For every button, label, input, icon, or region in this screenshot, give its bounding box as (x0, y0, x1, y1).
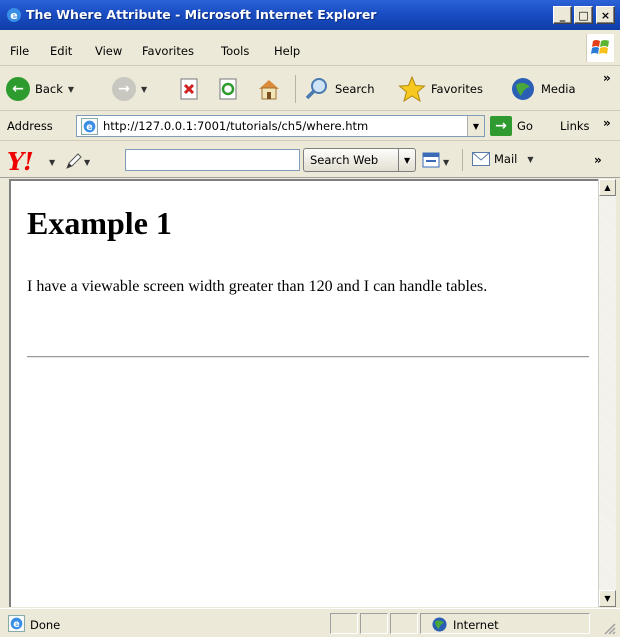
menu-bar: File Edit View Favorites Tools Help (0, 30, 620, 66)
favorites-button[interactable]: Favorites (398, 75, 483, 103)
menu-edit[interactable]: Edit (50, 44, 72, 58)
search-web-label: Search Web (310, 153, 379, 167)
status-pane-1 (330, 613, 358, 634)
windows-logo-icon (586, 34, 614, 62)
search-label: Search (335, 82, 375, 96)
yahoo-toolbar: Y! ▼ ▼ Search Web ▼ ▼ Mail ▼ » (0, 142, 620, 178)
stop-button[interactable] (179, 75, 201, 103)
mail-label: Mail (494, 152, 518, 166)
standard-toolbar: ← Back ▼ → ▼ Search Favorites Media » (0, 67, 620, 111)
menu-view[interactable]: View (95, 44, 122, 58)
scroll-down-icon[interactable]: ▼ (599, 590, 616, 607)
status-bar: e Done Internet (0, 608, 620, 637)
refresh-icon (219, 78, 237, 100)
maximize-button[interactable]: □ (574, 6, 593, 24)
resize-grip-icon[interactable] (602, 621, 616, 635)
svg-text:e: e (86, 122, 93, 133)
page-ie-icon: e (81, 118, 98, 135)
vertical-scrollbar[interactable]: ▲ ▼ (598, 179, 616, 607)
scroll-up-icon[interactable]: ▲ (599, 179, 616, 196)
highlight-dropdown-icon[interactable]: ▼ (443, 158, 449, 167)
toolbar-more-icon[interactable]: » (603, 71, 611, 85)
minimize-icon: _ (559, 8, 566, 22)
close-button[interactable]: × (596, 6, 615, 24)
stop-icon (180, 78, 198, 100)
media-icon (512, 78, 534, 100)
horizontal-rule (27, 356, 589, 358)
favorites-star-icon (398, 76, 426, 102)
mail-button[interactable]: Mail ▼ (472, 152, 534, 166)
page-done-icon: e (8, 615, 25, 632)
address-bar: Address e http://127.0.0.1:7001/tutorial… (0, 111, 620, 141)
toolbar-divider (295, 75, 296, 103)
zone-text: Internet (453, 618, 499, 632)
page-content: Example 1 I have a viewable screen width… (9, 179, 598, 607)
menu-tools[interactable]: Tools (221, 44, 249, 58)
links-more-icon[interactable]: » (603, 116, 611, 130)
yahoo-logo[interactable]: Y! (7, 147, 34, 176)
maximize-icon: □ (578, 8, 589, 22)
yahoo-search-input[interactable] (125, 149, 300, 171)
status-pane-2 (360, 613, 388, 634)
go-label: Go (517, 119, 533, 133)
close-icon: × (600, 8, 611, 22)
address-input[interactable]: e http://127.0.0.1:7001/tutorials/ch5/wh… (76, 115, 485, 137)
svg-text:e: e (10, 9, 17, 22)
links-label[interactable]: Links (560, 119, 590, 133)
pencil-dropdown-icon[interactable]: ▼ (84, 158, 90, 167)
search-web-dropdown-icon[interactable]: ▼ (398, 149, 415, 171)
yahoo-dropdown-icon[interactable]: ▼ (49, 158, 55, 167)
search-web-button[interactable]: Search Web ▼ (303, 148, 416, 172)
pencil-icon[interactable] (64, 151, 84, 171)
menu-help[interactable]: Help (274, 44, 300, 58)
media-button[interactable]: Media (510, 75, 576, 103)
status-text: Done (30, 618, 61, 632)
media-label: Media (541, 82, 576, 96)
ie-app-icon: e (7, 8, 21, 22)
search-icon (305, 78, 327, 100)
yahoo-more-icon[interactable]: » (594, 153, 602, 167)
mail-dropdown-icon[interactable]: ▼ (527, 155, 533, 164)
search-button[interactable]: Search (304, 75, 375, 103)
address-dropdown-icon[interactable]: ▼ (467, 116, 484, 136)
page-heading: Example 1 (27, 205, 172, 241)
back-arrow-icon: ← (6, 77, 30, 101)
go-arrow-icon: → (490, 116, 512, 136)
highlight-icon[interactable] (422, 151, 440, 169)
address-label: Address (7, 119, 53, 133)
favorites-label: Favorites (431, 82, 483, 96)
forward-arrow-icon: → (112, 77, 136, 101)
forward-button[interactable]: → ▼ (112, 75, 147, 103)
window-title: The Where Attribute - Microsoft Internet… (26, 7, 377, 22)
mail-envelope-icon (472, 152, 490, 166)
address-url: http://127.0.0.1:7001/tutorials/ch5/wher… (103, 119, 369, 133)
back-dropdown-icon[interactable]: ▼ (68, 85, 74, 94)
menu-favorites[interactable]: Favorites (142, 44, 194, 58)
page-paragraph: I have a viewable screen width greater t… (27, 278, 488, 295)
forward-dropdown-icon[interactable]: ▼ (141, 85, 147, 94)
go-button[interactable]: → Go (490, 115, 533, 137)
refresh-button[interactable] (218, 75, 240, 103)
svg-text:e: e (13, 619, 20, 630)
home-icon (259, 80, 279, 100)
browser-window: e The Where Attribute - Microsoft Intern… (0, 0, 620, 637)
menu-file[interactable]: File (10, 44, 29, 58)
home-button[interactable] (256, 75, 282, 103)
back-button[interactable]: ← Back ▼ (6, 75, 74, 103)
back-label: Back (35, 82, 63, 96)
yahoo-divider (462, 149, 463, 171)
minimize-button[interactable]: _ (553, 6, 572, 24)
status-pane-3 (390, 613, 418, 634)
internet-globe-icon (432, 617, 447, 632)
title-bar[interactable]: e The Where Attribute - Microsoft Intern… (0, 0, 620, 30)
